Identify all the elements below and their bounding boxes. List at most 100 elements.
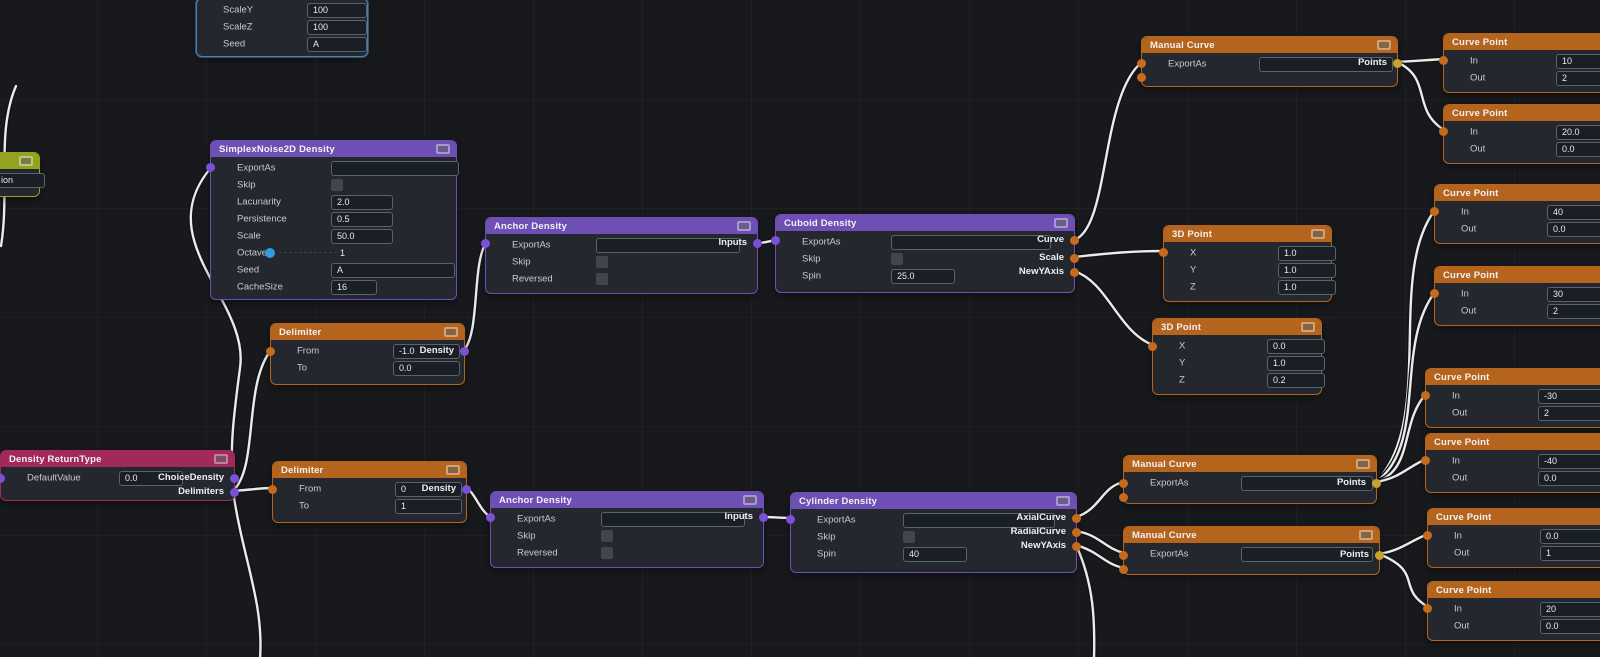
node-delimiter-2[interactable]: DelimiterFromToDensity [272,461,467,523]
input-port[interactable] [1119,551,1128,560]
out-input[interactable] [1538,406,1600,421]
skip-checkbox[interactable] [596,256,608,268]
node-header-cuboid-density[interactable]: Cuboid Density [776,215,1074,231]
skip-checkbox[interactable] [891,253,903,265]
scale-input[interactable] [331,229,393,244]
to-input[interactable] [395,499,462,514]
octaves-slider-knob[interactable] [265,248,275,258]
input-port[interactable] [1119,565,1128,574]
input-port[interactable] [1421,456,1430,465]
exportas-input[interactable] [891,235,1051,250]
skip-checkbox[interactable] [903,531,915,543]
output-port-choicedensity[interactable] [230,474,239,483]
input-port[interactable] [1159,248,1168,257]
output-port-density[interactable] [460,347,469,356]
input-port[interactable] [1430,289,1439,298]
node-curve-point-4[interactable]: Curve PointInOut [1434,266,1600,326]
node-curve-point-5[interactable]: Curve PointInOut [1425,368,1600,428]
node-header-delimiter-2[interactable]: Delimiter [273,462,466,478]
node-header-curve-point-2[interactable]: Curve Point [1444,105,1600,121]
input-port[interactable] [486,513,495,522]
skip-checkbox[interactable] [331,179,343,191]
node-green-partial[interactable] [0,152,40,197]
node-curve-point-7[interactable]: Curve PointInOut [1427,508,1600,568]
in-input[interactable] [1547,287,1600,302]
y-input[interactable] [1267,356,1325,371]
node-header-density-returntype[interactable]: Density ReturnType [1,451,234,467]
node-manual-curve-1[interactable]: Manual CurveExportAsPoints [1141,36,1398,87]
input-port[interactable] [786,515,795,524]
node-header-3d-point-1[interactable]: 3D Point [1164,226,1331,242]
node-header-manual-curve-2[interactable]: Manual Curve [1124,456,1376,472]
out-input[interactable] [1547,222,1600,237]
input-port[interactable] [1423,531,1432,540]
node-cuboid-density[interactable]: Cuboid DensityExportAsSkipSpinCurveScale… [775,214,1075,293]
output-port-points[interactable] [1372,479,1381,488]
output-port-newyaxis[interactable] [1070,268,1079,277]
node-header-cylinder-density[interactable]: Cylinder Density [791,493,1076,509]
slider-track[interactable] [279,252,337,253]
x-input[interactable] [1267,339,1325,354]
in-input[interactable] [1538,454,1600,469]
input-port[interactable] [1421,391,1430,400]
x-input[interactable] [1278,246,1336,261]
node-3d-point-1[interactable]: 3D PointXYZ [1163,225,1332,302]
in-input[interactable] [1540,529,1600,544]
node-anchor-density-1[interactable]: Anchor DensityExportAsSkipReversedInputs [485,217,758,294]
output-port-curve[interactable] [1070,236,1079,245]
node-header-manual-curve-3[interactable]: Manual Curve [1124,527,1379,543]
node-scale-partial[interactable]: ScaleYScaleZSeed [196,0,368,57]
out-input[interactable] [1556,71,1600,86]
skip-checkbox[interactable] [601,530,613,542]
node-header-3d-point-2[interactable]: 3D Point [1153,319,1321,335]
z-input[interactable] [1278,280,1336,295]
output-port-inputs[interactable] [759,513,768,522]
in-input[interactable] [1556,125,1600,140]
input-port[interactable] [1439,127,1448,136]
node-header-delimiter-1[interactable]: Delimiter [271,324,464,340]
spin-input[interactable] [903,547,967,562]
in-input[interactable] [1538,389,1600,404]
input-port[interactable] [266,347,275,356]
reversed-checkbox[interactable] [596,273,608,285]
spin-input[interactable] [891,269,955,284]
input-port[interactable] [1119,479,1128,488]
seed-input[interactable] [331,263,455,278]
input-port[interactable] [1137,73,1146,82]
y-input[interactable] [1278,263,1336,278]
input-port[interactable] [771,236,780,245]
output-port-axialcurve[interactable] [1072,514,1081,523]
exportas-input[interactable] [331,161,459,176]
node-curve-point-8[interactable]: Curve PointInOut [1427,581,1600,641]
node-cylinder-density[interactable]: Cylinder DensityExportAsSkipSpinAxialCur… [790,492,1077,573]
out-input[interactable] [1556,142,1600,157]
out-input[interactable] [1540,619,1600,634]
node-header-curve-point-8[interactable]: Curve Point [1428,582,1600,598]
input-port[interactable] [1148,342,1157,351]
out-input[interactable] [1540,546,1600,561]
node-curve-point-2[interactable]: Curve PointInOut [1443,104,1600,164]
node-curve-point-6[interactable]: Curve PointInOut [1425,433,1600,493]
input-port[interactable] [1430,207,1439,216]
output-port-radialcurve[interactable] [1072,528,1081,537]
node-header-green-partial[interactable] [0,153,39,169]
node-curve-point-1[interactable]: Curve PointInOut [1443,33,1600,93]
output-port-points[interactable] [1375,551,1384,560]
input-port[interactable] [1439,56,1448,65]
node-density-returntype[interactable]: Density ReturnTypeDefaultValueChoiceDens… [0,450,235,501]
input-port[interactable] [481,239,490,248]
in-input[interactable] [1547,205,1600,220]
output-port-points[interactable] [1393,59,1402,68]
output-port-delimiters[interactable] [230,488,239,497]
node-graph-canvas[interactable]: ScaleYScaleZSeedSimplexNoise2D DensityEx… [0,0,1600,657]
node-manual-curve-3[interactable]: Manual CurveExportAsPoints [1123,526,1380,575]
node-header-curve-point-1[interactable]: Curve Point [1444,34,1600,50]
lacunarity-input[interactable] [331,195,393,210]
node-3d-point-2[interactable]: 3D PointXYZ [1152,318,1322,395]
node-header-simplexnoise2d-density[interactable]: SimplexNoise2D Density [211,141,456,157]
node-curve-point-3[interactable]: Curve PointInOut [1434,184,1600,244]
field-input[interactable] [0,173,45,188]
input-port[interactable] [268,485,277,494]
node-header-curve-point-7[interactable]: Curve Point [1428,509,1600,525]
node-header-anchor-density-1[interactable]: Anchor Density [486,218,757,234]
